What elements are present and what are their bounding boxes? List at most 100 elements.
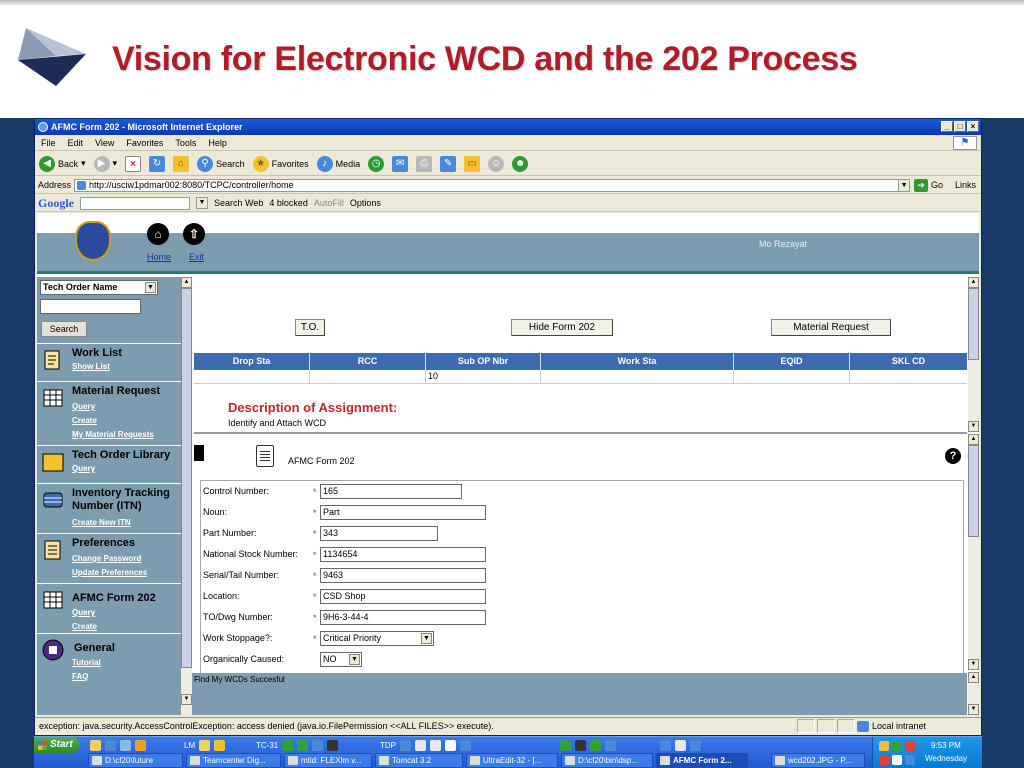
tool-icon[interactable] <box>297 739 309 751</box>
start-button[interactable]: Start <box>34 737 80 753</box>
task-button[interactable]: Tomcat 3.2 <box>375 753 463 768</box>
sidebar-vertical-scrollbar[interactable]: ▲ ▼ <box>181 277 192 715</box>
desktop-icon[interactable] <box>120 739 131 751</box>
tc31-label[interactable]: TC-31 <box>256 741 278 750</box>
chevron-down-icon[interactable]: ▼ <box>421 633 432 644</box>
top-frame-scrollbar[interactable]: ▲ ▼ <box>968 277 979 432</box>
links-button[interactable]: Links <box>955 180 976 190</box>
sidebar-search-input[interactable] <box>40 299 141 314</box>
menu-edit[interactable]: Edit <box>68 135 84 150</box>
window-titlebar[interactable]: AFMC Form 202 - Microsoft Internet Explo… <box>35 119 981 135</box>
home-icon[interactable]: ⌂ <box>173 155 190 172</box>
task-button[interactable]: D:\cf20\future <box>88 753 183 768</box>
scroll-down-icon[interactable]: ▼ <box>181 694 192 705</box>
tool-icon[interactable] <box>430 739 441 751</box>
scroll-thumb[interactable] <box>968 445 979 537</box>
scroll-up-icon[interactable]: ▲ <box>968 434 979 445</box>
messenger-icon[interactable]: ☺ <box>488 155 505 172</box>
menu-file[interactable]: File <box>41 135 56 150</box>
tray-icon[interactable] <box>879 755 889 765</box>
tdp-label[interactable]: TDP <box>380 741 396 750</box>
sidebar-link-my-material-requests[interactable]: My Material Requests <box>72 430 154 439</box>
control-number-input[interactable]: 165 <box>320 484 462 499</box>
tray-icon[interactable] <box>905 755 915 765</box>
work-stoppage-select[interactable]: Critical Priority ▼ <box>320 631 434 646</box>
column-header-rcc[interactable]: RCC <box>310 353 426 370</box>
to-dwg-number-input[interactable]: 9H6-3-44-4 <box>320 610 486 625</box>
sidebar-link-change-password[interactable]: Change Password <box>72 554 141 563</box>
console-icon[interactable] <box>327 739 339 751</box>
sidebar-link-mr-query[interactable]: Query <box>72 402 95 411</box>
favorites-button[interactable]: ★ Favorites <box>252 155 309 172</box>
scroll-thumb[interactable] <box>181 288 192 668</box>
sidebar-link-form-create[interactable]: Create <box>72 622 97 631</box>
tool-icon[interactable] <box>660 739 671 751</box>
hide-form-202-button[interactable]: Hide Form 202 <box>511 319 613 336</box>
location-input[interactable]: CSD Shop <box>320 589 486 604</box>
tray-icon[interactable] <box>879 741 889 751</box>
task-button[interactable]: Teamcenter Dig... <box>186 753 281 768</box>
refresh-icon[interactable]: ↻ <box>149 155 166 172</box>
options-button[interactable]: Options <box>350 198 381 208</box>
history-icon[interactable]: ◷ <box>368 155 385 172</box>
part-number-input[interactable]: 343 <box>320 526 438 541</box>
menu-tools[interactable]: Tools <box>175 135 196 150</box>
sidebar-link-show-list[interactable]: Show List <box>72 362 110 371</box>
tool-icon[interactable] <box>312 739 324 751</box>
national-stock-number-input[interactable]: 1134654 <box>320 547 486 562</box>
column-header-drop-sta[interactable]: Drop Sta <box>194 353 310 370</box>
quick-launch-icon[interactable] <box>90 739 101 751</box>
column-header-sub-op-nbr[interactable]: Sub OP Nbr <box>426 353 541 370</box>
maximize-button[interactable]: □ <box>954 121 966 132</box>
to-button[interactable]: T.O. <box>295 319 325 336</box>
task-button[interactable]: UltraEdit-32 - [... <box>466 753 558 768</box>
menu-view[interactable]: View <box>95 135 114 150</box>
edit-icon[interactable]: ✎ <box>440 155 457 172</box>
tool-icon[interactable] <box>400 739 411 751</box>
chevron-down-icon[interactable]: ▼ <box>898 179 910 191</box>
console-icon[interactable] <box>575 739 586 751</box>
chevron-down-icon[interactable]: ▼ <box>145 282 156 293</box>
scroll-down-icon[interactable]: ▼ <box>968 659 979 670</box>
home-icon[interactable]: ⌂ <box>147 223 169 245</box>
sidebar-link-tol-query[interactable]: Query <box>72 464 95 473</box>
sidebar-link-tutorial[interactable]: Tutorial <box>72 658 101 667</box>
forward-button[interactable]: ▶ ▾ <box>93 155 117 172</box>
tool-icon[interactable] <box>560 739 571 751</box>
tool-icon[interactable] <box>675 739 686 751</box>
ie-icon[interactable] <box>690 739 701 751</box>
form-frame-scrollbar[interactable]: ▲ ▼ <box>968 434 979 670</box>
lm-label[interactable]: LM <box>184 741 195 750</box>
scroll-up-icon[interactable]: ▲ <box>968 277 979 288</box>
menu-favorites[interactable]: Favorites <box>126 135 163 150</box>
tool-icon[interactable] <box>214 739 226 751</box>
column-header-eqid[interactable]: EQID <box>734 353 850 370</box>
status-frame-scrollbar[interactable]: ▲ ▼ <box>968 672 979 715</box>
search-web-button[interactable]: Search Web <box>214 198 263 208</box>
tray-icon[interactable] <box>892 741 902 751</box>
exit-link[interactable]: Exit <box>189 252 204 262</box>
clock-time[interactable]: 9:53 PM <box>931 741 961 750</box>
tray-icon[interactable] <box>905 741 915 751</box>
folder-icon[interactable]: ▭ <box>464 155 481 172</box>
tool-icon[interactable] <box>605 739 616 751</box>
close-button[interactable]: × <box>967 121 979 132</box>
tool-icon[interactable] <box>282 739 294 751</box>
go-button[interactable]: ➔ Go <box>914 178 943 192</box>
sidebar-search-button[interactable]: Search <box>41 321 87 337</box>
document-icon[interactable] <box>445 739 456 751</box>
tech-order-select[interactable]: Tech Order Name ▼ <box>40 280 158 295</box>
mail-icon[interactable]: ✉ <box>392 155 409 172</box>
users-icon[interactable]: ☻ <box>512 155 529 172</box>
minimize-button[interactable]: _ <box>941 121 953 132</box>
sidebar-link-faq[interactable]: FAQ <box>72 672 88 681</box>
scroll-thumb[interactable] <box>968 288 979 360</box>
media-player-icon[interactable] <box>135 739 146 751</box>
sidebar-link-mr-create[interactable]: Create <box>72 416 97 425</box>
autofill-button[interactable]: AutoFill <box>314 198 344 208</box>
ie-icon[interactable] <box>105 739 116 751</box>
back-button[interactable]: ◀ Back ▾ <box>39 155 86 172</box>
tray-icon[interactable] <box>892 755 902 765</box>
column-header-skl-cd[interactable]: SKL CD <box>850 353 967 370</box>
sidebar-link-create-new-itn[interactable]: Create New ITN <box>72 518 131 527</box>
